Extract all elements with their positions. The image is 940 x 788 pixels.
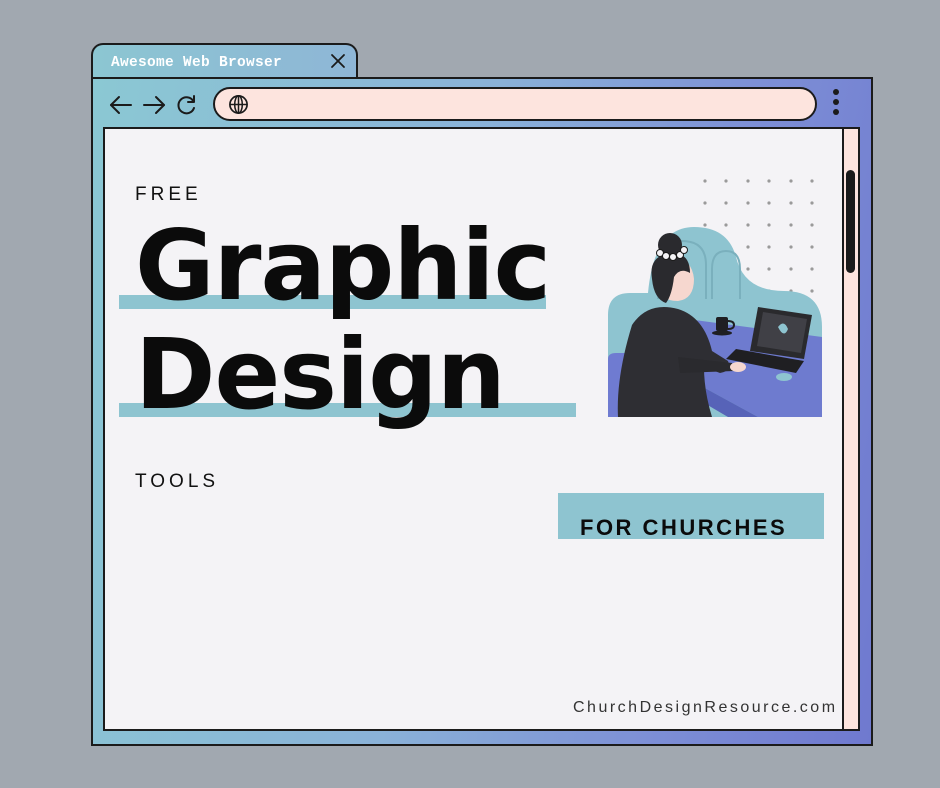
page-viewport: FREE Graphic Design TOOLS FOR CHURCHES C… xyxy=(103,127,860,731)
arrow-left-icon[interactable] xyxy=(108,93,134,117)
browser-window: FREE Graphic Design TOOLS FOR CHURCHES C… xyxy=(91,77,873,746)
audience-badge-label: FOR CHURCHES xyxy=(580,515,788,540)
address-input[interactable] xyxy=(259,93,799,115)
headline-line-2: Design xyxy=(135,318,506,431)
menu-button[interactable] xyxy=(830,89,842,119)
browser-tab[interactable]: Awesome Web Browser xyxy=(91,43,358,79)
audience-badge: FOR CHURCHES xyxy=(558,493,824,540)
menu-dot xyxy=(833,109,839,115)
close-icon[interactable] xyxy=(330,53,346,69)
person-working-at-laptop-illustration xyxy=(608,179,822,417)
stage: Awesome Web Browser FREE Graphic Design … xyxy=(0,0,940,788)
arrow-right-icon[interactable] xyxy=(141,93,167,117)
scrollbar-thumb[interactable] xyxy=(846,170,855,273)
headline-kicker: FREE xyxy=(135,184,202,205)
menu-dot xyxy=(833,99,839,105)
reload-icon[interactable] xyxy=(174,93,200,117)
headline-line-1: Graphic xyxy=(135,209,551,322)
vertical-dots-menu-icon xyxy=(833,89,839,95)
tab-title: Awesome Web Browser xyxy=(111,55,283,71)
address-bar[interactable] xyxy=(213,87,817,121)
scrollbar-track[interactable] xyxy=(842,129,858,729)
globe-icon xyxy=(229,95,248,114)
headline-suffix: TOOLS xyxy=(135,471,220,492)
site-url[interactable]: ChurchDesignResource.com xyxy=(573,699,838,717)
